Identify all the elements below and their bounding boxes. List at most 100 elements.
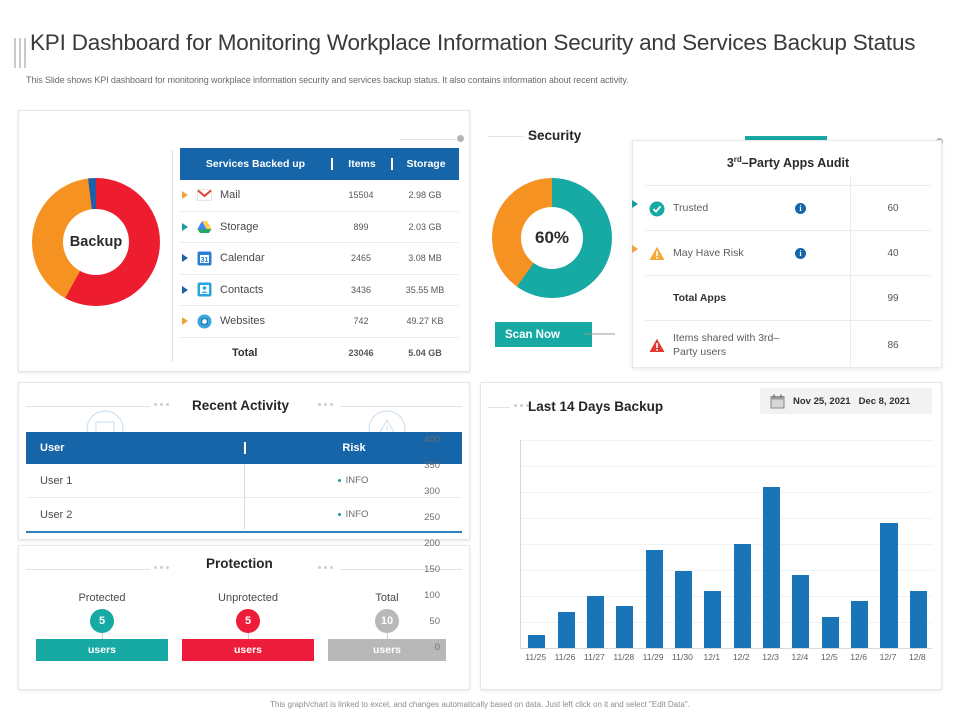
apps-audit-card: 3rd–Party Apps Audit Trusted i 60 May Ha… [632, 140, 942, 368]
chart-bar[interactable] [586, 596, 604, 648]
chart-bar[interactable] [645, 550, 663, 648]
chart-bar[interactable] [880, 523, 898, 648]
table-row[interactable]: 31 Calendar 2465 3.08 MB [180, 243, 459, 275]
protection-count-badge: 10 [375, 609, 399, 633]
chart-x-tick: 11/25 [525, 652, 547, 662]
activity-risk: INFO [345, 475, 369, 486]
chart-bar[interactable] [704, 590, 722, 648]
backup-donut-center-label: Backup [63, 209, 129, 275]
chart-bar-slot [669, 440, 698, 648]
protection-dots-left [154, 566, 169, 569]
col-items: Items [331, 158, 391, 170]
chart-bars [522, 440, 933, 648]
chart-bar[interactable] [733, 544, 751, 648]
table-row[interactable]: Contacts 3436 35.55 MB [180, 275, 459, 306]
col-services: Services Backed up [205, 158, 306, 170]
drive-icon [197, 219, 212, 234]
table-row[interactable]: Websites 742 49.27 KB [180, 306, 459, 338]
service-name: Websites [220, 315, 266, 328]
row-marker-icon [182, 222, 188, 231]
protection-count-badge: 5 [90, 609, 114, 633]
chart-bar[interactable] [616, 606, 634, 648]
calendar-icon: 31 [197, 251, 212, 266]
service-name: Mail [220, 189, 241, 202]
table-divider [172, 150, 173, 362]
service-items: 742 [353, 316, 369, 327]
audit-row-marker-icon [632, 245, 638, 253]
chart-dots [514, 404, 529, 407]
table-row[interactable]: Storage 899 2.03 GB [180, 212, 459, 243]
chart-bar[interactable] [851, 601, 869, 648]
decorative-bars-icon [14, 38, 28, 68]
chart-bar-slot [610, 440, 639, 648]
activity-column-divider [244, 464, 245, 530]
protection-unit-bar: users [182, 639, 314, 661]
sites-icon [197, 314, 212, 329]
apps-audit-value: 86 [887, 340, 899, 351]
chart-plot-area [520, 440, 933, 649]
chart-title: Last 14 Days Backup [528, 399, 664, 414]
chart-bar-slot [904, 440, 933, 648]
apps-audit-row[interactable]: Trusted i 60 [645, 185, 931, 231]
chart-y-tick: 350 [424, 460, 440, 471]
chart-x-tick: 12/2 [732, 652, 750, 662]
total-storage: 5.04 GB [408, 347, 442, 358]
activity-rule-right [340, 406, 462, 407]
apps-audit-value: 99 [887, 293, 899, 304]
chart-x-tick: 12/4 [791, 652, 809, 662]
activity-user: User 1 [40, 474, 73, 487]
activity-rule-left [26, 406, 150, 407]
bar-chart: 11/25 11/26 11/27 11/28 11/29 11/30 12/1 12/2 12… [520, 440, 933, 668]
row-marker-icon [182, 285, 188, 294]
apps-audit-row[interactable]: Items shared with 3rd– Party users 86 [645, 320, 931, 370]
risk-bullet-icon [337, 513, 341, 516]
activity-risk: INFO [345, 509, 369, 520]
chart-x-tick: 12/8 [908, 652, 926, 662]
service-name: Storage [220, 220, 259, 233]
protection-dots-right [318, 566, 333, 569]
date-range-start: Nov 25, 2021 [793, 395, 851, 407]
chart-x-tick: 11/30 [672, 652, 693, 662]
warning-triangle-icon [649, 246, 665, 261]
info-icon[interactable]: i [795, 203, 806, 214]
chart-bar[interactable] [792, 575, 810, 648]
col-storage: Storage [391, 158, 459, 170]
chart-bar-slot [845, 440, 874, 648]
apps-audit-label: Total Apps [673, 291, 727, 304]
protection-label: Protected [78, 592, 126, 604]
chart-y-tick: 250 [424, 512, 440, 523]
gmail-icon [197, 188, 212, 203]
chart-bar-slot [639, 440, 668, 648]
recent-activity-title: Recent Activity [192, 398, 290, 413]
security-donut-center-label: 60% [521, 207, 583, 269]
info-icon[interactable]: i [795, 248, 806, 259]
chart-bar[interactable] [909, 590, 927, 648]
table-row[interactable]: Mail 15504 2.98 GB [180, 180, 459, 212]
service-items: 899 [353, 221, 369, 232]
chart-bar[interactable] [763, 486, 781, 648]
protection-label: Unprotected [218, 592, 278, 604]
apps-title-sup: rd [733, 155, 742, 164]
apps-audit-label: Trusted [673, 201, 709, 214]
apps-audit-row[interactable]: Total Apps 99 [645, 275, 931, 321]
svg-text:31: 31 [201, 257, 209, 264]
chart-bar-slot [757, 440, 786, 648]
chart-bar[interactable] [674, 571, 692, 648]
chart-y-tick: 100 [424, 590, 440, 601]
protection-metric: Protected 5 users [36, 592, 168, 661]
page-subtitle: This Slide shows KPI dashboard for monit… [26, 75, 629, 85]
chart-bar-slot [551, 440, 580, 648]
chart-bar-slot [816, 440, 845, 648]
chart-bar[interactable] [821, 616, 839, 648]
protection-metric: Unprotected 5 users [182, 592, 314, 661]
apps-audit-row[interactable]: May Have Risk i 40 [645, 230, 931, 276]
apps-audit-title: 3rd–Party Apps Audit [633, 155, 943, 170]
apps-audit-label: May Have Risk [673, 246, 744, 259]
date-range-pill[interactable]: Nov 25, 2021 Dec 8, 2021 [760, 388, 932, 414]
backup-services-table: Services Backed up Items Storage Mail 15… [180, 148, 459, 368]
service-storage: 2.98 GB [408, 190, 442, 201]
chart-bar-slot [728, 440, 757, 648]
backup-table-header: Services Backed up Items Storage [180, 148, 459, 180]
chart-bar[interactable] [557, 611, 575, 648]
chart-bar[interactable] [528, 635, 546, 648]
